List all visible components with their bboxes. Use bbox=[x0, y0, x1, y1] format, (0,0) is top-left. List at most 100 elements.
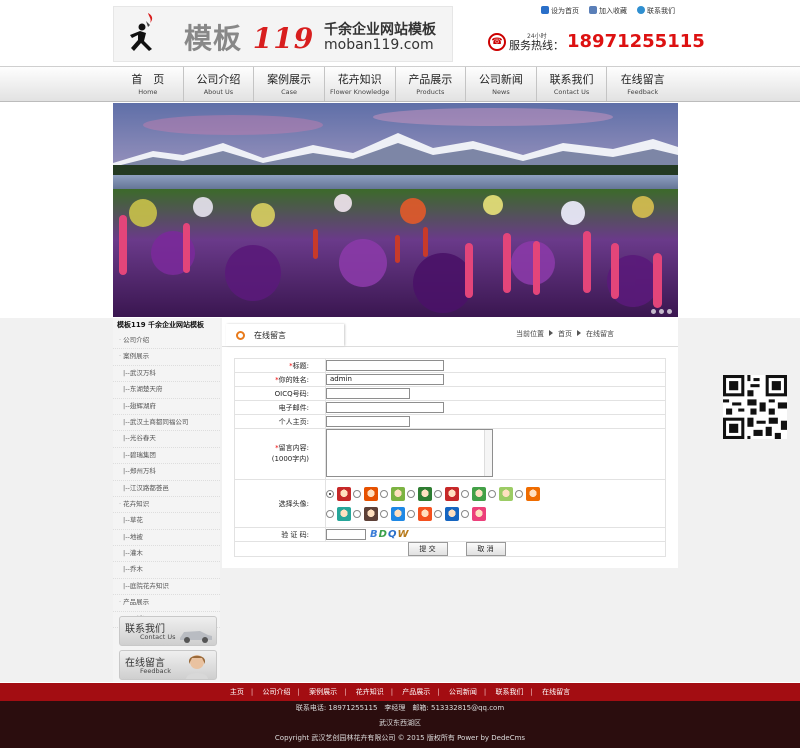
avatar-option[interactable] bbox=[353, 486, 380, 502]
avatar-radio[interactable] bbox=[434, 489, 442, 498]
avatar-option[interactable] bbox=[407, 506, 434, 522]
avatar-option[interactable] bbox=[326, 506, 353, 522]
avatar-radio[interactable] bbox=[353, 489, 361, 498]
content-tab: 在线留言 bbox=[226, 324, 344, 346]
sidebar-subitem[interactable]: |--武汉土商都同福公司 bbox=[113, 415, 220, 432]
homepage-input[interactable] bbox=[326, 416, 410, 427]
avatar-radio[interactable] bbox=[407, 489, 415, 498]
sidebar-subitem[interactable]: |--碧瑞集团 bbox=[113, 448, 220, 465]
nav-products[interactable]: 产品展示 Products bbox=[396, 67, 467, 101]
nav-about[interactable]: 公司介绍 About Us bbox=[184, 67, 255, 101]
footer-link[interactable]: 产品展示 bbox=[402, 688, 430, 696]
page-title: 在线留言 bbox=[254, 331, 286, 340]
avatar-option[interactable] bbox=[326, 486, 353, 502]
avatar-radio[interactable] bbox=[380, 489, 388, 498]
avatar-option[interactable] bbox=[461, 486, 488, 502]
sidebar-subitem[interactable]: |--郑州万科 bbox=[113, 464, 220, 481]
top-links: 设为首页 加入收藏 联系我们 bbox=[541, 6, 675, 16]
phone-icon: ☎ bbox=[488, 33, 506, 51]
contact-us-button[interactable]: 联系我们 Contact Us bbox=[119, 616, 217, 646]
captcha-input[interactable] bbox=[326, 529, 366, 540]
banner-pager[interactable] bbox=[651, 309, 672, 314]
sidebar-subitem[interactable]: |--地被 bbox=[113, 530, 220, 547]
cancel-button[interactable]: 取 消 bbox=[465, 542, 506, 556]
content-header: 在线留言 当前位置 首页 在线留言 bbox=[222, 324, 678, 347]
avatar-option[interactable] bbox=[434, 506, 461, 522]
main-nav: 首 页 Home 公司介绍 About Us 案例展示 Case 花卉知识 Flower… bbox=[0, 66, 800, 102]
arrow-right-icon bbox=[577, 330, 581, 336]
set-homepage-link[interactable]: 设为首页 bbox=[541, 6, 579, 16]
email-input[interactable] bbox=[326, 402, 444, 413]
avatar-face-icon bbox=[391, 486, 405, 501]
sidebar-subitem[interactable]: |--庭院花卉知识 bbox=[113, 579, 220, 596]
avatar-radio[interactable] bbox=[461, 489, 469, 498]
avatar-option[interactable] bbox=[407, 486, 434, 502]
footer-nav: 主页 | 公司介绍 | 案例展示 | 花卉知识 | 产品展示 | 公司新闻 | 联系我们 | … bbox=[0, 683, 800, 701]
footer-link[interactable]: 公司介绍 bbox=[263, 688, 291, 696]
home-icon bbox=[541, 6, 549, 14]
avatar-face-icon bbox=[526, 486, 540, 501]
add-favorite-link[interactable]: 加入收藏 bbox=[589, 6, 627, 16]
nav-contact[interactable]: 联系我们 Contact Us bbox=[537, 67, 608, 101]
avatar-radio[interactable] bbox=[380, 509, 388, 518]
avatar-radio[interactable] bbox=[515, 489, 523, 498]
avatar-option[interactable] bbox=[515, 486, 542, 502]
hero-banner[interactable] bbox=[113, 103, 678, 317]
name-input[interactable]: admin bbox=[326, 374, 444, 385]
sidebar-subitem[interactable]: |--东湖楚天府 bbox=[113, 382, 220, 399]
captcha-image[interactable]: BDQW bbox=[370, 529, 409, 540]
avatar-option[interactable] bbox=[488, 486, 515, 502]
avatar-radio[interactable] bbox=[407, 509, 415, 518]
sidebar-item[interactable]: 案例展示 bbox=[113, 349, 220, 366]
sidebar-subitem[interactable]: |--武汉万科 bbox=[113, 366, 220, 383]
sidebar-subitem[interactable]: |--光谷春天 bbox=[113, 431, 220, 448]
footer-link[interactable]: 联系我们 bbox=[495, 688, 523, 696]
avatar-radio[interactable] bbox=[326, 509, 334, 518]
sidebar-subitem[interactable]: |--乔木 bbox=[113, 562, 220, 579]
sidebar-item[interactable]: 产品展示 bbox=[113, 595, 220, 612]
avatar-radio[interactable] bbox=[461, 509, 469, 518]
sidebar-subitem[interactable]: |--灌木 bbox=[113, 546, 220, 563]
avatar-radio[interactable] bbox=[434, 509, 442, 518]
nav-news[interactable]: 公司新闻 News bbox=[466, 67, 537, 101]
avatar-option[interactable] bbox=[353, 506, 380, 522]
contact-us-link[interactable]: 联系我们 bbox=[637, 6, 675, 16]
avatar-radio[interactable] bbox=[326, 489, 334, 498]
footer-link[interactable]: 在线留言 bbox=[542, 688, 570, 696]
footer-link[interactable]: 案例展示 bbox=[309, 688, 337, 696]
avatar-face-icon bbox=[472, 486, 486, 501]
sidebar-subitem[interactable]: |--翅辉湖府 bbox=[113, 399, 220, 415]
message-textarea[interactable] bbox=[326, 429, 493, 477]
nav-feedback[interactable]: 在线留言 Feedback bbox=[607, 67, 678, 101]
sidebar-item[interactable]: 花卉知识 bbox=[113, 497, 220, 514]
nav-case[interactable]: 案例展示 Case bbox=[254, 67, 325, 101]
sidebar-item[interactable]: 公司介绍 bbox=[113, 333, 220, 350]
brand-name: 模板 119 bbox=[184, 22, 315, 55]
footer-address: 武汉东西湖区 bbox=[379, 719, 421, 727]
site-logo[interactable]: 模板 119 千余企业网站模板 moban119.com bbox=[113, 6, 453, 62]
avatar-option[interactable] bbox=[434, 486, 461, 502]
avatar-option[interactable] bbox=[380, 506, 407, 522]
avatar-radio[interactable] bbox=[353, 509, 361, 518]
avatar-option[interactable] bbox=[461, 506, 488, 522]
sidebar-subitem[interactable]: |--江汉路都荟邑 bbox=[113, 481, 220, 497]
avatar-radio[interactable] bbox=[488, 489, 496, 498]
textarea-scrollbar[interactable] bbox=[484, 430, 492, 476]
avatar-face-icon bbox=[364, 486, 378, 501]
qr-code-icon bbox=[723, 375, 787, 439]
avatar-face-icon bbox=[364, 506, 378, 521]
title-input[interactable] bbox=[326, 360, 444, 371]
sidebar-subitem[interactable]: |--草花 bbox=[113, 513, 220, 530]
arrow-right-icon bbox=[549, 330, 553, 336]
footer-link[interactable]: 花卉知识 bbox=[356, 688, 384, 696]
qq-input[interactable] bbox=[326, 388, 410, 399]
footer-link[interactable]: 主页 bbox=[230, 688, 244, 696]
feedback-button[interactable]: 在线留言 Feedback bbox=[119, 650, 217, 680]
footer-info: 联系电话: 18971255115 李经理 邮箱: 513332815@qq.c… bbox=[0, 701, 800, 748]
breadcrumb-home[interactable]: 首页 bbox=[558, 330, 572, 338]
submit-button[interactable]: 提 交 bbox=[407, 542, 448, 556]
avatar-option[interactable] bbox=[380, 486, 407, 502]
nav-flower-knowledge[interactable]: 花卉知识 Flower Knowledge bbox=[325, 67, 396, 101]
footer-link[interactable]: 公司新闻 bbox=[449, 688, 477, 696]
nav-home[interactable]: 首 页 Home bbox=[113, 67, 184, 101]
